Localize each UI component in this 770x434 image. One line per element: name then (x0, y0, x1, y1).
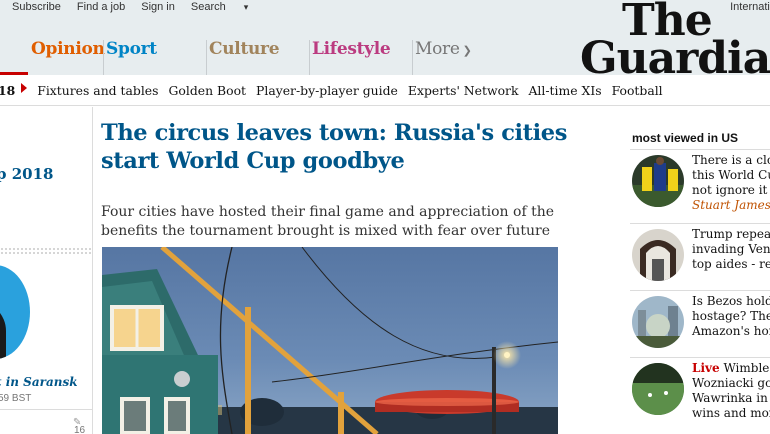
left-section-title[interactable]: p 2018 (0, 165, 53, 183)
dotted-divider (0, 247, 92, 255)
headline-line: top aides - repo (692, 257, 770, 271)
pillar-more[interactable]: More ❯ (412, 34, 492, 75)
sign-in-link[interactable]: Sign in (141, 0, 175, 14)
pillar-culture-label: Culture (209, 39, 280, 59)
thumbnail (632, 363, 684, 415)
headline-link[interactable]: Live Wimbledo Wozniacki goe Wawrinka in … (692, 361, 770, 421)
pillar-sport-label: Sport (106, 39, 157, 59)
headline-line: Is Bezos holdin (692, 294, 770, 308)
subnav-item-football[interactable]: Football (612, 83, 663, 98)
pillar-lifestyle-label: Lifestyle (312, 39, 391, 59)
subnav-prefix[interactable]: 18 (0, 83, 15, 98)
sub-navigation: 18 Fixtures and tables Golden Boot Playe… (0, 76, 770, 106)
headline-line: wins and more (692, 406, 770, 420)
guardian-logo[interactable]: The Guardian (580, 0, 770, 84)
left-promo-figure (0, 301, 6, 359)
subnav-item-experts[interactable]: Experts' Network (408, 83, 519, 98)
headline-link[interactable]: There is a cloud this World Cup not igno… (692, 153, 770, 213)
list-item[interactable]: There is a cloud this World Cup not igno… (630, 149, 770, 212)
headline-line: Live Wimbledo (692, 361, 770, 376)
thumbnail-image (632, 296, 684, 348)
subnav-item-fixtures[interactable]: Fixtures and tables (37, 83, 158, 98)
pillar-sport[interactable]: Sport (103, 34, 206, 75)
thumbnail (632, 229, 684, 281)
chevron-down-icon: ▾ (243, 2, 249, 12)
pillar-more-label: More ❯ (415, 39, 472, 59)
article-standfirst: Four cities have hosted their final game… (101, 204, 555, 239)
headline-line: hostage? The c (692, 309, 770, 323)
pillar-opinion-label: Opinion (31, 39, 105, 59)
list-item[interactable]: Trump repeate invading Venez top aides -… (630, 223, 770, 286)
subnav-item-player-guide[interactable]: Player-by-player guide (256, 83, 398, 98)
headline-line: not ignore it (692, 183, 768, 197)
search-label: Search (190, 1, 226, 13)
headline-link[interactable]: Trump repeate invading Venez top aides -… (692, 227, 770, 272)
article-main-image (102, 247, 558, 434)
thumbnail-image (632, 229, 684, 281)
subnav-item-golden-boot[interactable]: Golden Boot (169, 83, 247, 98)
subnav-items: 18 Fixtures and tables Golden Boot Playe… (0, 83, 673, 98)
byline: Stuart James in (692, 198, 770, 212)
thumbnail-image (632, 155, 684, 207)
live-badge: Live (692, 361, 720, 375)
article-photo (102, 247, 558, 434)
headline-link[interactable]: Is Bezos holdin hostage? The c Amazon's … (692, 294, 770, 339)
subscribe-link[interactable]: Subscribe (12, 0, 61, 14)
find-job-link[interactable]: Find a job (77, 0, 125, 14)
comment-count[interactable]: 16 (74, 425, 85, 434)
more-text: More (415, 39, 460, 59)
chevron-down-icon: ❯ (462, 44, 472, 57)
article-headline: The circus leaves town: Russia's cities … (101, 120, 567, 174)
headline-line: Wozniacki goe (692, 376, 770, 390)
left-promo-time: 59 BST (0, 393, 32, 404)
headline-line: Wawrinka in tr (692, 391, 770, 405)
pillar-nav: Opinion Sport Culture Lifestyle More ❯ (0, 34, 492, 75)
thumbnail-image (632, 363, 684, 415)
pillar-divider (309, 40, 310, 75)
headline-line: this World Cup (692, 168, 770, 182)
headline-text: Wimbledo (723, 361, 770, 375)
left-divider (0, 409, 92, 410)
pillar-divider (103, 40, 104, 75)
active-pillar-indicator (0, 72, 28, 75)
left-promo-image[interactable] (0, 265, 30, 359)
top-links: Subscribe Find a job Sign in Search ▾ (12, 0, 280, 14)
most-viewed-panel: most viewed in US There is a cloud this … (630, 127, 770, 434)
pillar-divider (412, 40, 413, 75)
left-column: p 2018 t in Saransk 59 BST ✎ 16 (0, 107, 93, 434)
thumbnail (632, 155, 684, 207)
pillar-opinion[interactable]: Opinion (0, 34, 105, 75)
left-promo-caption[interactable]: t in Saransk (0, 375, 78, 389)
thumbnail (632, 296, 684, 348)
pillar-divider (206, 40, 207, 75)
headline-line: invading Venez (692, 242, 770, 256)
headline-line: There is a cloud (692, 153, 770, 167)
list-item[interactable]: Live Wimbledo Wozniacki goe Wawrinka in … (630, 357, 770, 420)
subnav-item-all-time-xis[interactable]: All-time XIs (528, 83, 601, 98)
site-header: Subscribe Find a job Sign in Search ▾ Int… (0, 0, 770, 84)
search-link[interactable]: Search ▾ (191, 0, 264, 14)
most-viewed-title: most viewed in US (632, 131, 739, 145)
pillar-culture[interactable]: Culture (206, 34, 309, 75)
logo-guardian: Guardian (580, 32, 770, 84)
headline-line: Trump repeate (692, 227, 770, 241)
list-item[interactable]: Is Bezos holdin hostage? The c Amazon's … (630, 290, 770, 353)
headline-line: Amazon's hom (692, 324, 770, 338)
pillar-lifestyle[interactable]: Lifestyle (309, 34, 412, 75)
triangle-right-icon (21, 83, 28, 93)
